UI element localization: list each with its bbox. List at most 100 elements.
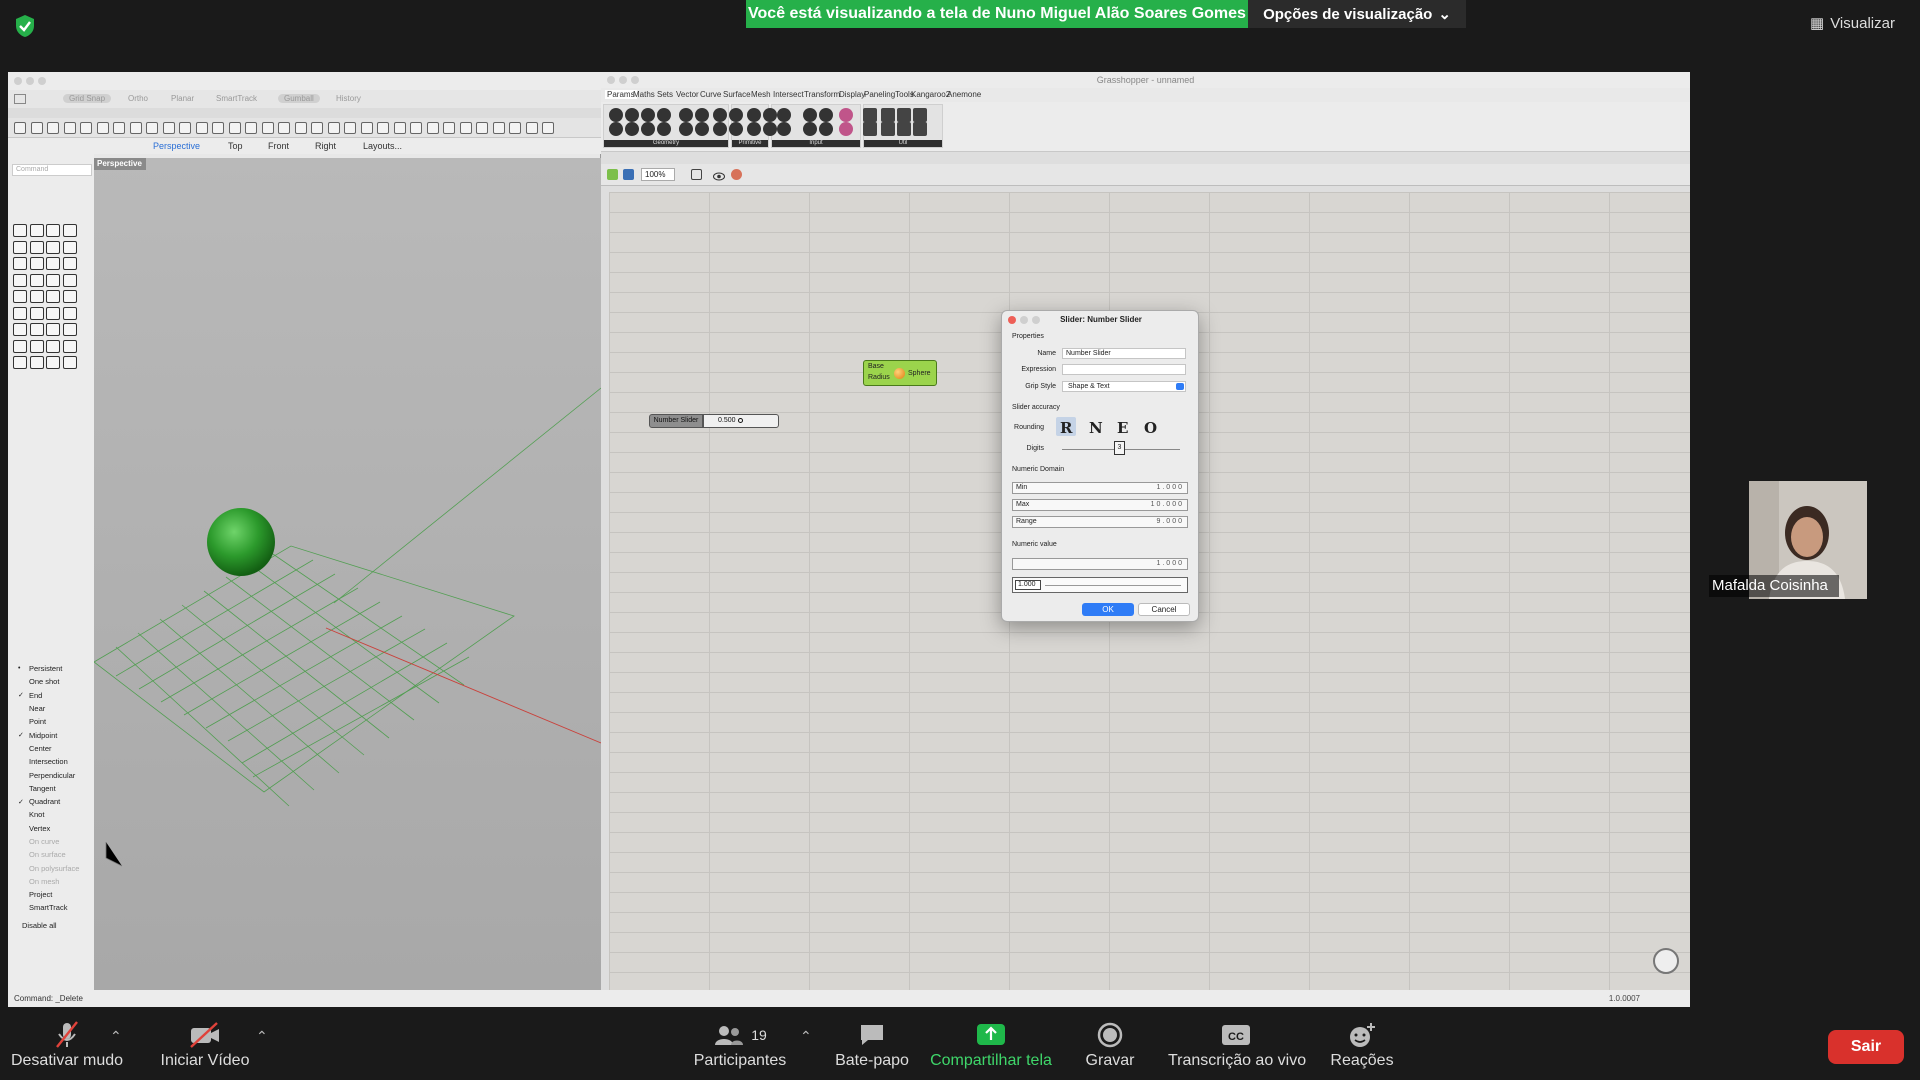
toolbar-tool-icon[interactable] (129, 122, 142, 134)
component-icon[interactable] (625, 122, 639, 136)
toolbar-tool-icon[interactable] (410, 122, 422, 134)
side-tool-icon[interactable] (13, 356, 27, 369)
toolbar-tool-icon[interactable] (146, 122, 158, 134)
toolbar-tool-icon[interactable] (542, 122, 554, 134)
toolbar-tool-icon[interactable] (476, 122, 488, 134)
menu-tab-1[interactable]: Maths (633, 90, 655, 99)
menu-tab-11[interactable]: Kangaroo2 (911, 90, 950, 99)
osnap-item[interactable]: Perpendicular (18, 768, 94, 781)
zoom-dot[interactable] (38, 77, 46, 85)
toolbar-tool-icon[interactable] (459, 122, 472, 134)
side-tool-icon[interactable] (62, 290, 77, 303)
range-row[interactable]: Range 9.000 (1012, 516, 1188, 528)
side-tool-icon[interactable] (13, 240, 27, 254)
side-tool-icon[interactable] (13, 224, 27, 237)
component-icon[interactable] (913, 122, 927, 136)
component-icon[interactable] (777, 122, 791, 136)
menu-tab-8[interactable]: Transform (804, 90, 840, 99)
side-tool-icon[interactable] (13, 306, 27, 320)
output-sphere[interactable]: Sphere (908, 370, 931, 377)
toolbar-tool-icon[interactable] (509, 122, 521, 134)
toolbar-tool-icon[interactable] (426, 122, 439, 134)
osnap-item[interactable]: On surface (18, 848, 94, 861)
value-digits-row[interactable]: 1.000 (1012, 558, 1188, 570)
toolbar-tool-icon[interactable] (14, 122, 26, 134)
sidebar-toggle-icon[interactable] (14, 94, 26, 104)
value-readout[interactable]: 1.000 (1156, 559, 1184, 569)
toolbar-tool-icon[interactable] (63, 122, 76, 134)
chevron-up-icon[interactable]: ⌃ (800, 1028, 812, 1045)
component-icon[interactable] (657, 108, 671, 122)
side-tool-icon[interactable] (29, 306, 44, 320)
zoom-extents-icon[interactable] (691, 169, 702, 180)
menu-tab-6[interactable]: Mesh (751, 90, 771, 99)
component-icon[interactable] (819, 108, 833, 122)
record-button[interactable]: Gravar (1072, 1020, 1148, 1076)
osnap-item[interactable]: SmartTrack (18, 901, 94, 914)
osnap-item[interactable]: One shot (18, 675, 94, 688)
sphere-component[interactable]: Base Radius Sphere (863, 360, 937, 386)
side-tool-icon[interactable] (46, 224, 60, 237)
component-icon[interactable] (641, 108, 655, 122)
tab-perspective[interactable]: Perspective (153, 141, 200, 151)
side-tool-icon[interactable] (62, 273, 77, 287)
side-tool-icon[interactable] (46, 290, 60, 303)
component-icon[interactable] (763, 122, 777, 136)
side-tool-icon[interactable] (13, 323, 27, 336)
tab-right[interactable]: Right (315, 141, 336, 151)
toolbar-tool-icon[interactable] (327, 122, 340, 134)
component-icon[interactable] (913, 108, 927, 122)
side-tool-icon[interactable] (46, 240, 60, 254)
side-tool-icon[interactable] (62, 356, 77, 369)
component-icon[interactable] (863, 122, 877, 136)
toolbar-tool-icon[interactable] (525, 122, 538, 134)
toolbar-tool-icon[interactable] (113, 122, 125, 134)
preview-icon[interactable] (731, 169, 742, 180)
rounding-o-option[interactable]: O (1144, 419, 1157, 437)
toolbar-tool-icon[interactable] (492, 122, 505, 134)
component-icon[interactable] (747, 108, 761, 122)
component-icon[interactable] (803, 108, 817, 122)
chevron-up-icon[interactable]: ⌃ (110, 1028, 122, 1045)
menu-tab-3[interactable]: Vector (676, 90, 699, 99)
eye-icon[interactable] (713, 169, 725, 181)
osnap-item[interactable]: Tangent (18, 782, 94, 795)
participants-button[interactable]: 19 Participantes (690, 1020, 790, 1076)
mode-ortho[interactable]: Ortho (128, 94, 148, 103)
grasshopper-canvas[interactable]: Number Slider 0.500 Base Radius Sphere S… (609, 192, 1690, 990)
side-tool-icon[interactable] (29, 356, 44, 369)
osnap-item[interactable]: Knot (18, 808, 94, 821)
osnap-item[interactable]: • Persistent (18, 662, 94, 675)
menu-tab-4[interactable]: Curve (700, 90, 721, 99)
toolbar-tool-icon[interactable] (393, 122, 406, 134)
component-icon[interactable] (819, 122, 833, 136)
mode-smarttrack[interactable]: SmartTrack (216, 94, 257, 103)
share-screen-button[interactable]: Compartilhar tela (926, 1020, 1056, 1076)
toolbar-tool-icon[interactable] (228, 122, 241, 134)
menu-tab-10[interactable]: PanelingTools (864, 90, 914, 99)
side-tool-icon[interactable] (62, 306, 77, 320)
menu-tab-0[interactable]: Params (605, 90, 637, 99)
ok-button[interactable]: OK (1082, 603, 1134, 616)
component-icon[interactable] (729, 122, 743, 136)
component-icon[interactable] (657, 122, 671, 136)
side-tool-icon[interactable] (29, 323, 44, 336)
component-icon[interactable] (713, 122, 727, 136)
component-icon[interactable] (695, 108, 709, 122)
osnap-item[interactable]: On mesh (18, 875, 94, 888)
min-value[interactable]: 1.000 (1156, 483, 1184, 493)
side-tool-icon[interactable] (29, 224, 44, 237)
component-icon[interactable] (881, 122, 895, 136)
component-icon[interactable] (839, 108, 853, 122)
close-dot[interactable] (14, 77, 22, 85)
menu-tab-9[interactable]: Display (839, 90, 865, 99)
side-tool-icon[interactable] (62, 339, 77, 353)
side-tool-icon[interactable] (29, 257, 44, 270)
side-tool-icon[interactable] (62, 224, 77, 237)
component-icon[interactable] (763, 108, 777, 122)
side-tool-icon[interactable] (62, 240, 77, 254)
component-icon[interactable] (881, 108, 895, 122)
component-icon[interactable] (625, 108, 639, 122)
component-icon[interactable] (641, 122, 655, 136)
toolbar-tool-icon[interactable] (96, 122, 109, 134)
